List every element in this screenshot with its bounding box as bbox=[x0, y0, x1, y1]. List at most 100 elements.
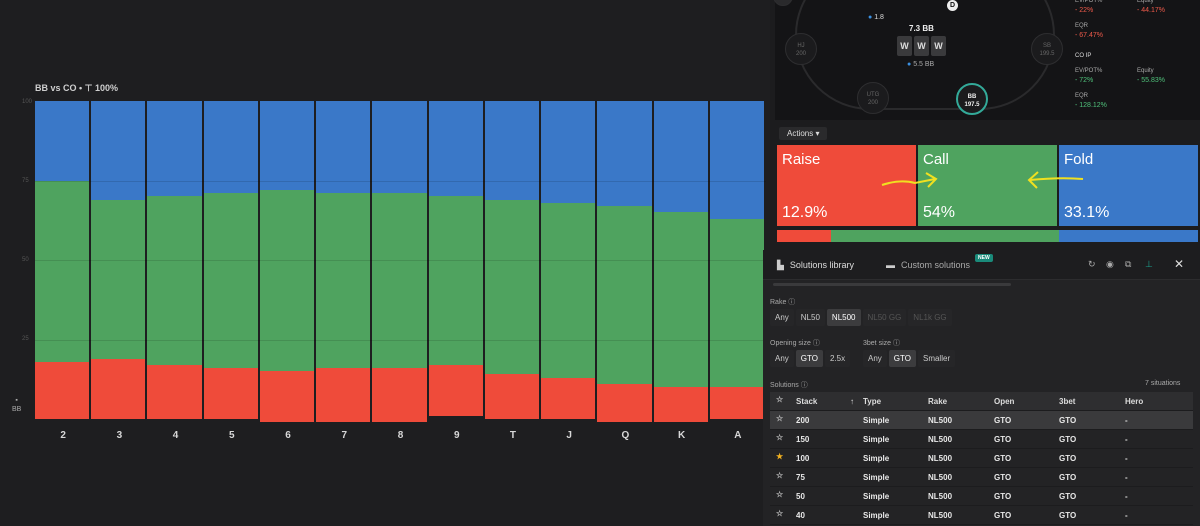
tab-label: Custom solutions bbox=[901, 260, 971, 270]
star-icon[interactable]: ☆ bbox=[776, 395, 783, 404]
pin-icon[interactable]: ⊥ bbox=[1145, 259, 1153, 270]
bar-fold bbox=[428, 101, 483, 197]
refresh-icon[interactable]: ↻ bbox=[1088, 259, 1096, 270]
cell-threebet: GTO bbox=[1059, 492, 1077, 501]
seat-bb[interactable]: BB 197.5 bbox=[956, 83, 988, 115]
column-header-3bet[interactable]: 3bet bbox=[1059, 397, 1075, 406]
threebet-options: Any GTO Smaller bbox=[863, 350, 956, 367]
eye-icon[interactable]: ◉ bbox=[1106, 259, 1114, 270]
bar-fold bbox=[203, 101, 258, 194]
table-row[interactable]: ☆ 50 Simple NL500 GTO GTO - bbox=[770, 487, 1193, 506]
opening-option[interactable]: 2.5x bbox=[824, 350, 851, 367]
chip-icon: ▪ bbox=[15, 397, 18, 404]
table-row[interactable]: ☆ 40 Simple NL500 GTO GTO - bbox=[770, 506, 1193, 525]
opening-option[interactable]: Any bbox=[770, 350, 794, 367]
bar-call bbox=[203, 193, 258, 369]
cell-rake: NL500 bbox=[928, 435, 953, 444]
chip-icon: ● bbox=[907, 61, 912, 68]
cell-stack: 150 bbox=[796, 435, 810, 444]
table-row[interactable]: ☆ 75 Simple NL500 GTO GTO - bbox=[770, 468, 1193, 487]
close-icon[interactable]: ✕ bbox=[1174, 257, 1184, 271]
cell-type: Simple bbox=[863, 492, 890, 501]
eqr-value-co: - 128.12% bbox=[1075, 102, 1107, 109]
seat-stack: 200 bbox=[795, 51, 806, 57]
top-seat[interactable] bbox=[773, 0, 793, 6]
actions-dropdown[interactable]: Actions ▾ bbox=[779, 127, 828, 140]
cell-threebet: GTO bbox=[1059, 416, 1077, 425]
library-header: ▙ Solutions library ▬ Custom solutions NEW… bbox=[763, 250, 1200, 280]
solutions-library-panel: ▙ Solutions library ▬ Custom solutions NEW… bbox=[763, 250, 1200, 526]
arrow-right-annotation bbox=[881, 172, 938, 188]
x-tick-label: 4 bbox=[172, 430, 179, 441]
threebet-option[interactable]: Smaller bbox=[917, 350, 956, 367]
bar-raise bbox=[484, 374, 540, 419]
star-icon[interactable]: ★ bbox=[776, 452, 783, 461]
seat-name: SB bbox=[1042, 43, 1051, 49]
column-header-hero[interactable]: Hero bbox=[1125, 397, 1143, 406]
chevron-down-icon: ▾ bbox=[815, 129, 820, 138]
y-tick-label: 50 bbox=[22, 257, 29, 263]
pot-sub: ● 5.5 BB bbox=[907, 61, 934, 68]
rake-option[interactable]: NL50 bbox=[795, 309, 825, 326]
seat-hj[interactable]: HJ 200 bbox=[785, 33, 817, 65]
seat-utg[interactable]: UTG 200 bbox=[857, 82, 889, 114]
threebet-option[interactable]: Any bbox=[863, 350, 887, 367]
column-header-stack[interactable]: Stack bbox=[796, 397, 817, 406]
cell-type: Simple bbox=[863, 473, 890, 482]
bar-raise bbox=[91, 358, 146, 419]
x-tick-label: 8 bbox=[397, 430, 404, 441]
bar-raise bbox=[709, 387, 764, 419]
cell-hero: - bbox=[1125, 511, 1128, 520]
bar-raise bbox=[203, 368, 258, 419]
column-header-type[interactable]: Type bbox=[863, 397, 881, 406]
info-icon: ⓘ bbox=[800, 382, 808, 389]
frequency-segment bbox=[777, 230, 832, 242]
rake-option-selected[interactable]: NL500 bbox=[826, 309, 861, 326]
bar-call bbox=[597, 205, 652, 385]
table-row[interactable]: ☆ 150 Simple NL500 GTO GTO - bbox=[770, 430, 1193, 449]
cell-rake: NL500 bbox=[928, 416, 953, 425]
column-header-open[interactable]: Open bbox=[994, 397, 1014, 406]
star-icon[interactable]: ☆ bbox=[776, 471, 783, 480]
scroll-indicator[interactable] bbox=[773, 283, 1011, 286]
opening-option-selected[interactable]: GTO bbox=[795, 350, 823, 367]
rake-option[interactable]: NL1k GG bbox=[908, 309, 952, 326]
bb-axis-label: ▪ BB bbox=[12, 396, 21, 414]
column-header-rake[interactable]: Rake bbox=[928, 397, 947, 406]
bar-call bbox=[541, 202, 596, 378]
board-cards: W W W bbox=[897, 36, 946, 56]
star-icon[interactable]: ☆ bbox=[776, 414, 783, 423]
action-name: Fold bbox=[1064, 151, 1094, 168]
bar-fold bbox=[372, 101, 427, 194]
sort-ascending-icon[interactable]: ↑ bbox=[850, 397, 854, 406]
star-icon[interactable]: ☆ bbox=[776, 490, 783, 499]
bar-raise bbox=[597, 384, 652, 423]
cell-type: Simple bbox=[863, 454, 890, 463]
table-row[interactable]: ☆ 200 Simple NL500 GTO GTO - bbox=[770, 411, 1193, 430]
threebet-option-selected[interactable]: GTO bbox=[888, 350, 916, 367]
table-body: ☆ 200 Simple NL500 GTO GTO - ☆ 150 Simple NL500 GTO… bbox=[770, 411, 1193, 525]
cell-type: Simple bbox=[863, 511, 890, 520]
seat-name: UTG bbox=[866, 92, 880, 98]
cell-stack: 50 bbox=[796, 492, 805, 501]
tab-solutions-library[interactable]: ▙ Solutions library bbox=[777, 260, 854, 271]
evpot-value: - 22% bbox=[1075, 7, 1094, 14]
pot-size: 7.3 BB bbox=[909, 24, 934, 33]
bb-label-text: BB bbox=[12, 406, 22, 413]
y-tick-label: 75 bbox=[22, 178, 29, 184]
star-icon[interactable]: ☆ bbox=[776, 433, 783, 442]
rake-label: Rake ⓘ bbox=[770, 297, 795, 307]
cell-open: GTO bbox=[994, 492, 1012, 501]
y-tick-label: 25 bbox=[22, 336, 29, 342]
star-icon[interactable]: ☆ bbox=[776, 509, 783, 518]
bar-fold bbox=[147, 101, 202, 197]
table-row[interactable]: ★ 100 Simple NL500 GTO GTO - bbox=[770, 449, 1193, 468]
seat-sb[interactable]: SB 199.5 bbox=[1031, 33, 1063, 65]
bar-raise bbox=[541, 377, 596, 419]
equity-value-co: - 55.83% bbox=[1137, 77, 1166, 84]
cell-hero: - bbox=[1125, 473, 1128, 482]
rake-option[interactable]: Any bbox=[770, 309, 794, 326]
external-link-icon[interactable]: ⧉ bbox=[1125, 259, 1131, 270]
tab-custom-solutions[interactable]: ▬ Custom solutions bbox=[886, 260, 970, 270]
rake-option[interactable]: NL50 GG bbox=[862, 309, 907, 326]
